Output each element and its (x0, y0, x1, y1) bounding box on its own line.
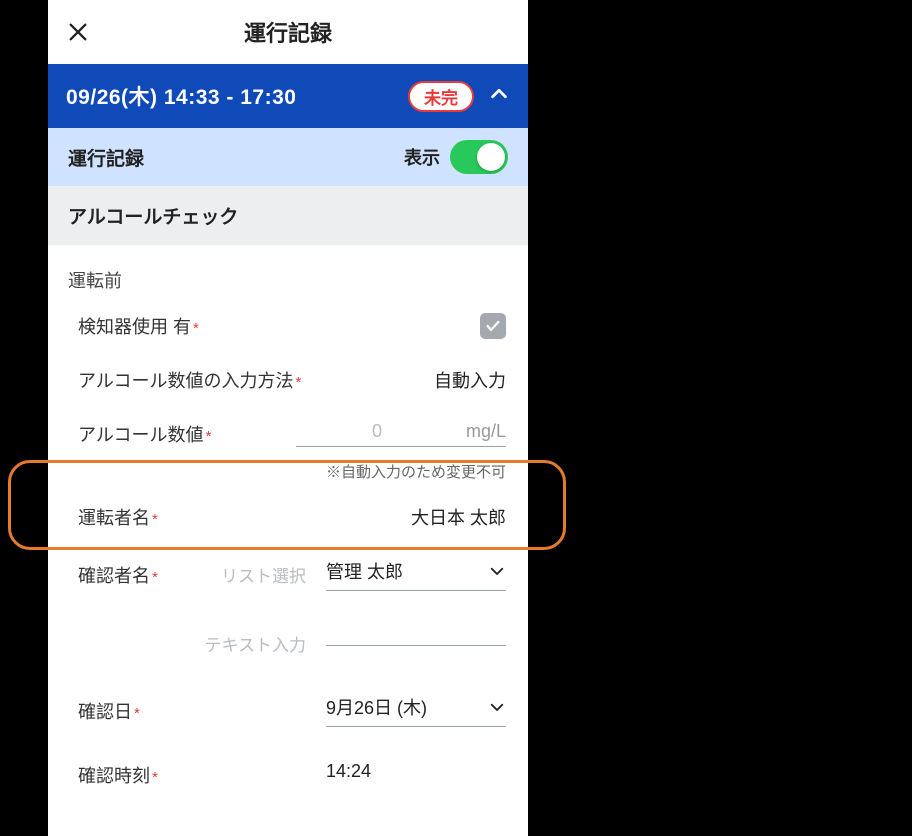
toggle-section-label: 運行記録 (68, 144, 144, 171)
chevron-up-icon (488, 83, 510, 110)
text-input-placeholder: テキスト入力 (205, 631, 307, 656)
chevron-down-icon (488, 562, 506, 580)
label-alcohol-value: アルコール数値* (78, 421, 211, 447)
row-detector-used: 検知器使用 有* (48, 299, 528, 353)
row-driver-name: 運転者名* 大日本 太郎 (48, 490, 528, 544)
phase-label: 運転前 (48, 245, 528, 299)
row-confirm-time: 確認時刻* 14:24 (48, 741, 528, 802)
confirm-date-value: 9月26日 (木) (326, 694, 478, 720)
status-badge: 未完 (408, 81, 474, 112)
label-detector: 検知器使用 有* (78, 313, 199, 339)
header: 運行記録 (48, 0, 528, 64)
row-alcohol-value: アルコール数値* 0 mg/L (48, 407, 528, 461)
close-button[interactable] (64, 18, 92, 46)
section-alcohol-check: アルコールチェック (48, 186, 528, 245)
label-confirmer: 確認者名* (78, 562, 158, 588)
row-confirmer-name: 確認者名* リスト選択 管理 太郎 (48, 544, 528, 605)
label-driver: 運転者名* (78, 504, 158, 530)
value-driver: 大日本 太郎 (411, 504, 506, 530)
confirm-time-value: 14:24 (326, 761, 506, 782)
row-input-method: アルコール数値の入力方法* 自動入力 (48, 353, 528, 407)
value-input-method[interactable]: 自動入力 (434, 367, 506, 393)
detector-checkbox[interactable] (480, 313, 506, 339)
app-frame: 運行記録 09/26(木) 14:33 - 17:30 未完 運行記録 表示 ア… (48, 0, 528, 836)
record-toggle-row: 運行記録 表示 (48, 128, 528, 186)
close-icon (67, 21, 89, 43)
text-input-field[interactable] (326, 641, 506, 646)
chevron-down-icon (488, 698, 506, 716)
alcohol-value: 0 (296, 421, 458, 442)
toggle-state-label: 表示 (404, 144, 440, 170)
label-input-method: アルコール数値の入力方法* (78, 367, 301, 393)
alcohol-value-field: 0 mg/L (296, 421, 506, 447)
alcohol-unit: mg/L (466, 421, 506, 442)
confirmer-value: 管理 太郎 (326, 558, 478, 584)
row-text-input: テキスト入力 (48, 605, 528, 670)
confirm-date-select[interactable]: 9月26日 (木) (326, 694, 506, 727)
date-text: 09/26(木) 14:33 - 17:30 (66, 81, 394, 111)
row-confirm-date: 確認日* 9月26日 (木) (48, 670, 528, 741)
confirmer-select[interactable]: 管理 太郎 (326, 558, 506, 591)
confirmer-placeholder: リスト選択 (221, 562, 306, 587)
alcohol-value-note: ※自動入力のため変更不可 (48, 461, 528, 490)
check-icon (485, 318, 501, 334)
page-title: 運行記録 (244, 16, 332, 48)
date-bar[interactable]: 09/26(木) 14:33 - 17:30 未完 (48, 64, 528, 128)
label-confirm-date: 確認日* (78, 698, 140, 724)
label-confirm-time: 確認時刻* (78, 762, 158, 788)
confirm-time-select[interactable]: 14:24 (326, 761, 506, 788)
display-toggle[interactable] (450, 140, 508, 174)
